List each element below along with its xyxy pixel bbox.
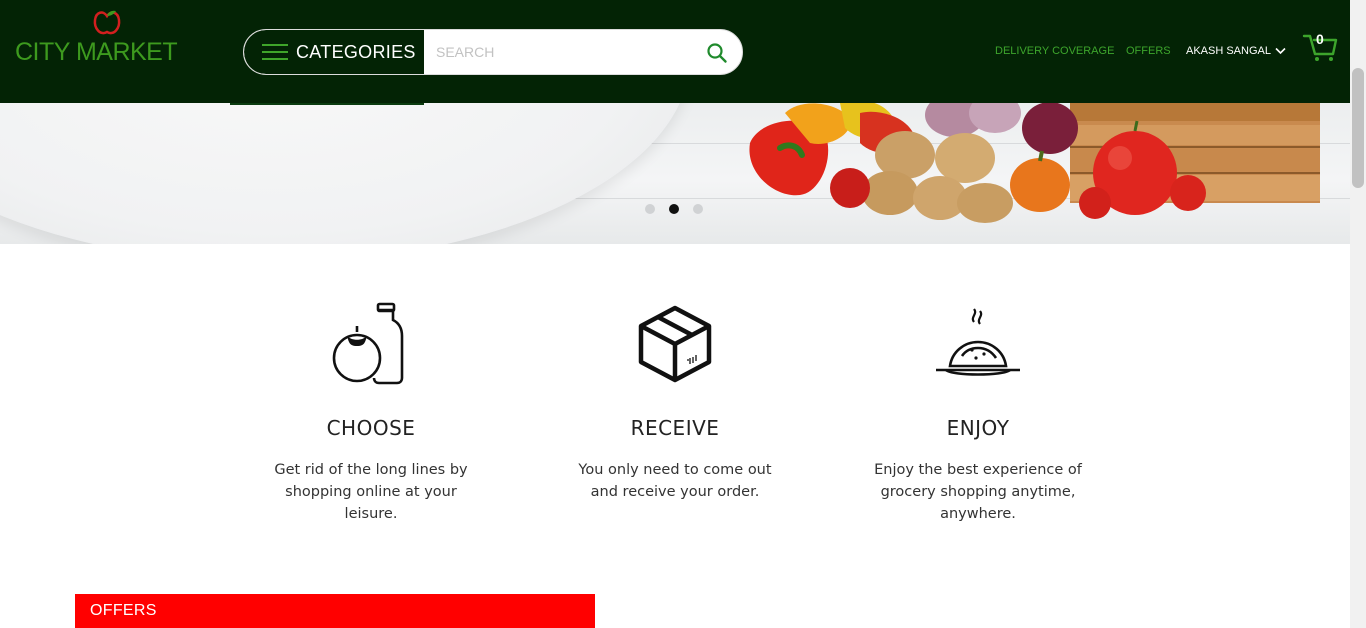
hamburger-menu-icon — [262, 44, 288, 60]
site-header: CITY MARKET CATEGORIES DELIVERY COVERAGE… — [0, 0, 1350, 103]
user-name: AKASH SANGAL — [1186, 45, 1271, 57]
carousel-dot-active[interactable] — [669, 204, 679, 214]
user-menu[interactable]: AKASH SANGAL — [1186, 45, 1286, 57]
feature-title: CHOOSE — [326, 416, 416, 440]
hero-tab-edge — [230, 103, 424, 105]
vegetables-image — [749, 103, 1320, 223]
hero-carousel — [0, 103, 1350, 244]
search-bar: CATEGORIES — [243, 29, 743, 75]
feature-description: You only need to come out and receive yo… — [578, 462, 772, 500]
feature-description: Get rid of the long lines by shopping on… — [274, 462, 468, 522]
offers-link[interactable]: OFFERS — [1126, 45, 1171, 57]
cart-count-badge: 0 — [1316, 31, 1324, 47]
hero-plate-image — [0, 103, 690, 244]
feature-title: ENJOY — [946, 416, 1010, 440]
carousel-dots — [645, 204, 703, 214]
carousel-dot[interactable] — [645, 204, 655, 214]
feature-choose: CHOOSE Get rid of the long lines by shop… — [251, 300, 491, 525]
feature-description: Enjoy the best experience of grocery sho… — [874, 462, 1082, 522]
apple-icon — [93, 10, 121, 35]
scrollbar-thumb[interactable] — [1352, 68, 1364, 188]
tomato-bottle-icon — [332, 302, 404, 385]
search-input[interactable] — [436, 40, 696, 64]
offers-section-header: OFFERS — [75, 594, 595, 628]
feature-enjoy: ENJOY Enjoy the best experience of groce… — [858, 300, 1098, 525]
feature-receive: RECEIVE You only need to come out and re… — [555, 300, 795, 503]
categories-label: CATEGORIES — [296, 41, 416, 62]
feature-title: RECEIVE — [630, 416, 720, 440]
page-scrollbar[interactable] — [1350, 0, 1366, 628]
package-box-icon — [638, 305, 712, 383]
carousel-dot[interactable] — [693, 204, 703, 214]
search-icon[interactable] — [706, 42, 728, 64]
hot-dish-icon — [936, 308, 1020, 376]
city-market-logo[interactable]: CITY MARKET — [15, 10, 178, 66]
brand-name: CITY MARKET — [15, 38, 178, 66]
chevron-down-icon — [1275, 47, 1286, 55]
categories-button[interactable]: CATEGORIES — [244, 30, 424, 74]
offers-title: OFFERS — [90, 602, 157, 619]
delivery-coverage-link[interactable]: DELIVERY COVERAGE — [995, 45, 1114, 57]
